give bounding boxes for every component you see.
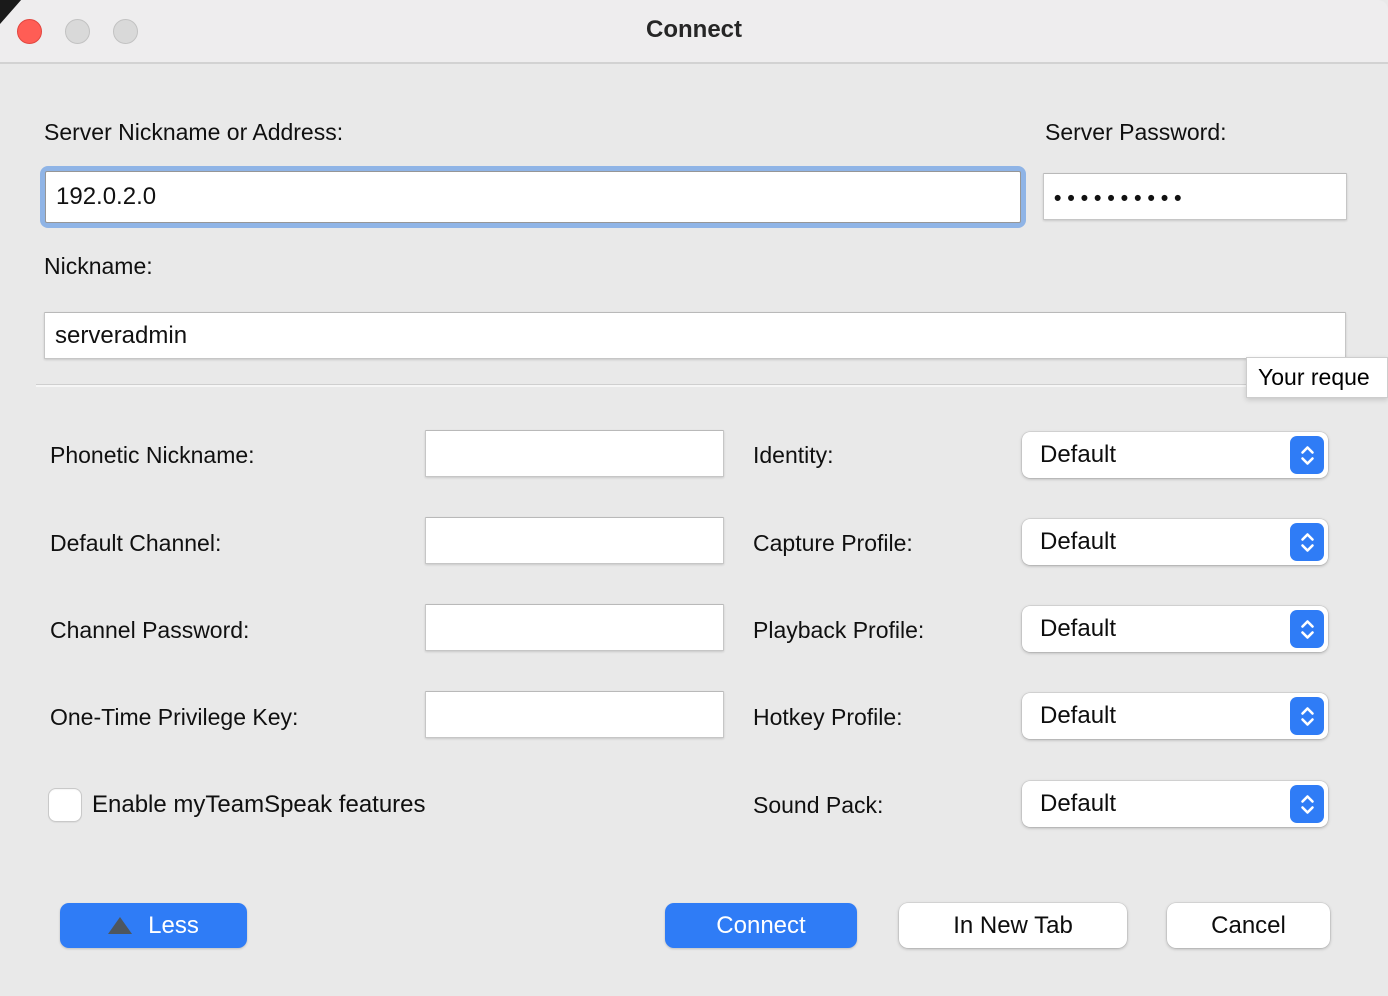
triangle-up-icon	[108, 917, 132, 934]
sound-pack-dropdown-value: Default	[1022, 790, 1290, 818]
channel-password-label: Channel Password:	[50, 617, 249, 644]
server-address-input[interactable]	[45, 171, 1021, 223]
server-password-input[interactable]	[1043, 173, 1347, 220]
chevron-up-down-icon	[1290, 436, 1324, 474]
chevron-up-down-icon	[1290, 785, 1324, 823]
hotkey-profile-dropdown[interactable]: Default	[1022, 693, 1328, 739]
hotkey-profile-dropdown-value: Default	[1022, 702, 1290, 730]
server-password-label: Server Password:	[1045, 119, 1227, 146]
default-channel-label: Default Channel:	[50, 530, 221, 557]
default-channel-input[interactable]	[425, 517, 724, 564]
server-address-focus-ring	[40, 166, 1026, 228]
sound-pack-dropdown[interactable]: Default	[1022, 781, 1328, 827]
server-address-label: Server Nickname or Address:	[44, 119, 343, 146]
chevron-up-down-icon	[1290, 610, 1324, 648]
in-new-tab-button-label: In New Tab	[953, 912, 1073, 940]
playback-profile-dropdown[interactable]: Default	[1022, 606, 1328, 652]
hotkey-profile-label: Hotkey Profile:	[753, 704, 903, 731]
in-new-tab-button[interactable]: In New Tab	[899, 903, 1127, 948]
nickname-input[interactable]	[44, 312, 1346, 359]
connect-button[interactable]: Connect	[665, 903, 857, 948]
cancel-button[interactable]: Cancel	[1167, 903, 1330, 948]
tooltip: Your reque	[1246, 357, 1388, 398]
capture-profile-label: Capture Profile:	[753, 530, 913, 557]
sound-pack-label: Sound Pack:	[753, 792, 883, 819]
window-title: Connect	[0, 16, 1388, 44]
section-separator	[36, 384, 1388, 387]
one-time-privilege-key-label: One-Time Privilege Key:	[50, 704, 298, 731]
channel-password-input[interactable]	[425, 604, 724, 651]
cancel-button-label: Cancel	[1211, 912, 1286, 940]
one-time-privilege-key-input[interactable]	[425, 691, 724, 738]
identity-label: Identity:	[753, 442, 834, 469]
phonetic-nickname-input[interactable]	[425, 430, 724, 477]
capture-profile-dropdown[interactable]: Default	[1022, 519, 1328, 565]
connect-button-label: Connect	[716, 912, 805, 940]
connect-dialog: Connect Server Nickname or Address: Serv…	[0, 0, 1388, 996]
playback-profile-dropdown-value: Default	[1022, 615, 1290, 643]
playback-profile-label: Playback Profile:	[753, 617, 924, 644]
phonetic-nickname-label: Phonetic Nickname:	[50, 442, 255, 469]
nickname-label: Nickname:	[44, 253, 153, 280]
enable-myteamspeak-checkbox[interactable]	[48, 788, 82, 822]
less-button-label: Less	[148, 912, 199, 940]
capture-profile-dropdown-value: Default	[1022, 528, 1290, 556]
identity-dropdown-value: Default	[1022, 441, 1290, 469]
title-bar: Connect	[0, 0, 1388, 64]
chevron-up-down-icon	[1290, 523, 1324, 561]
identity-dropdown[interactable]: Default	[1022, 432, 1328, 478]
chevron-up-down-icon	[1290, 697, 1324, 735]
less-button[interactable]: Less	[60, 903, 247, 948]
enable-myteamspeak-label: Enable myTeamSpeak features	[92, 791, 426, 819]
